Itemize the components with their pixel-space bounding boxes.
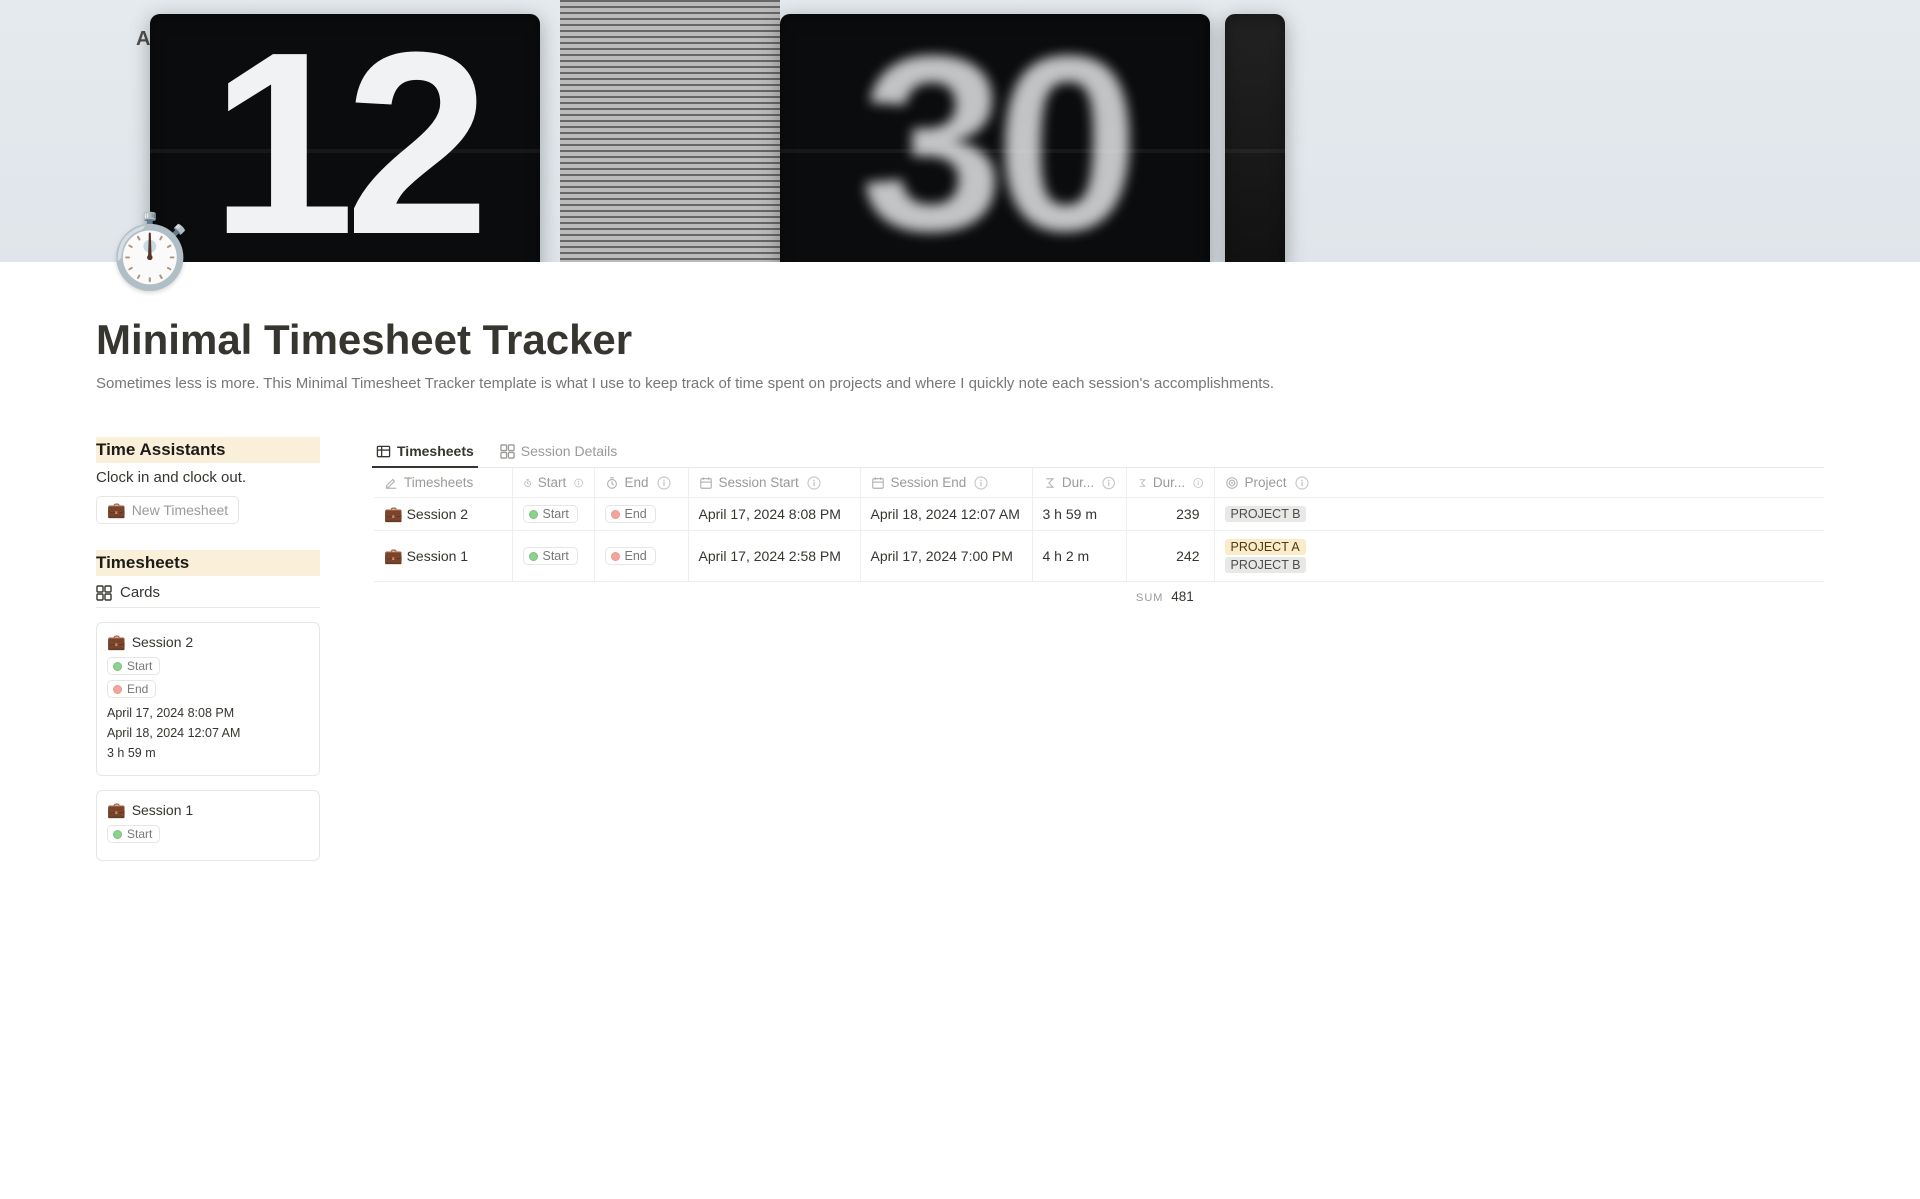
col-session-end[interactable]: Session End — [860, 468, 1032, 498]
table-icon — [376, 444, 391, 459]
red-dot-icon — [113, 685, 122, 694]
sum-value: 481 — [1171, 589, 1194, 604]
start-button[interactable]: Start — [523, 505, 578, 523]
tab-timesheets[interactable]: Timesheets — [374, 437, 476, 467]
end-button[interactable]: End — [605, 547, 656, 565]
timesheets-table: Timesheets Start End Session Start Sessi… — [374, 468, 1824, 611]
info-icon — [657, 476, 671, 490]
start-pill[interactable]: Start — [107, 657, 160, 675]
info-icon — [574, 476, 583, 490]
col-project[interactable]: Project — [1214, 468, 1824, 498]
sum-row: sum 481 — [374, 582, 1824, 612]
tab-session-details[interactable]: Session Details — [498, 437, 620, 467]
gallery-icon — [96, 585, 112, 601]
edit-icon — [384, 476, 398, 490]
green-dot-icon — [529, 510, 538, 519]
card-title: Session 2 — [132, 634, 193, 650]
sigma-icon — [1043, 476, 1056, 490]
sum-label: sum — [1136, 592, 1163, 604]
briefcase-icon: 💼 — [384, 506, 403, 523]
col-timesheets[interactable]: Timesheets — [374, 468, 512, 498]
session-start-cell[interactable]: April 17, 2024 8:08 PM — [688, 498, 860, 531]
duration-num-cell: 242 — [1126, 531, 1214, 582]
target-icon — [1225, 476, 1239, 490]
info-icon — [1102, 476, 1115, 490]
briefcase-icon: 💼 — [384, 548, 403, 565]
card-session-end: April 18, 2024 12:07 AM — [107, 723, 309, 743]
row-name: Session 2 — [407, 506, 468, 522]
sidebar: Time Assistants Clock in and clock out. … — [96, 437, 320, 861]
project-cell[interactable]: PROJECT A PROJECT B — [1214, 531, 1824, 582]
col-end[interactable]: End — [594, 468, 688, 498]
green-dot-icon — [529, 552, 538, 561]
project-tag[interactable]: PROJECT B — [1225, 506, 1307, 522]
session-end-cell[interactable]: April 18, 2024 12:07 AM — [860, 498, 1032, 531]
page-title[interactable]: Minimal Timesheet Tracker — [96, 316, 1824, 364]
info-icon — [1193, 476, 1203, 490]
cards-view-label: Cards — [120, 584, 160, 601]
card-title: Session 1 — [132, 802, 193, 818]
sigma-icon — [1137, 476, 1147, 490]
session-start-cell[interactable]: April 17, 2024 2:58 PM — [688, 531, 860, 582]
project-tag[interactable]: PROJECT A — [1225, 539, 1306, 555]
calendar-icon — [699, 476, 713, 490]
new-timesheet-button[interactable]: 💼 New Timesheet — [96, 496, 239, 524]
card-session-start: April 17, 2024 8:08 PM — [107, 703, 309, 723]
duration-num-cell: 239 — [1126, 498, 1214, 531]
end-button[interactable]: End — [605, 505, 656, 523]
time-assistants-sub[interactable]: Clock in and clock out. — [96, 463, 320, 496]
duration-text-cell: 4 h 2 m — [1032, 531, 1126, 582]
project-tag[interactable]: PROJECT B — [1225, 557, 1307, 573]
time-assistants-heading[interactable]: Time Assistants — [96, 437, 320, 463]
clock-icon — [605, 476, 619, 490]
info-icon — [974, 476, 988, 490]
row-name: Session 1 — [407, 548, 468, 564]
page-icon[interactable]: ⏱️ — [105, 216, 195, 288]
table-header-row: Timesheets Start End Session Start Sessi… — [374, 468, 1824, 498]
info-icon — [1295, 476, 1309, 490]
green-dot-icon — [113, 662, 122, 671]
col-duration-num[interactable]: Dur... — [1126, 468, 1214, 498]
new-timesheet-label: New Timesheet — [132, 502, 228, 518]
end-pill[interactable]: End — [107, 680, 156, 698]
project-cell[interactable]: PROJECT B — [1214, 498, 1824, 531]
clock-icon — [523, 476, 532, 490]
red-dot-icon — [611, 510, 620, 519]
flip-clock-illustration: AM 12 30 — [0, 0, 1920, 262]
calendar-icon — [871, 476, 885, 490]
session-end-cell[interactable]: April 17, 2024 7:00 PM — [860, 531, 1032, 582]
briefcase-icon: 💼 — [107, 633, 126, 651]
red-dot-icon — [611, 552, 620, 561]
cards-view-tab[interactable]: Cards — [96, 576, 320, 608]
page-description[interactable]: Sometimes less is more. This Minimal Tim… — [96, 372, 1416, 395]
briefcase-icon: 💼 — [107, 501, 126, 519]
duration-text-cell: 3 h 59 m — [1032, 498, 1126, 531]
col-start[interactable]: Start — [512, 468, 594, 498]
info-icon — [807, 476, 821, 490]
green-dot-icon — [113, 830, 122, 839]
start-pill[interactable]: Start — [107, 825, 160, 843]
main-database: Timesheets Session Details Timesheets St… — [374, 437, 1824, 861]
briefcase-icon: 💼 — [107, 801, 126, 819]
gallery-icon — [500, 444, 515, 459]
col-duration-text[interactable]: Dur... — [1032, 468, 1126, 498]
table-row[interactable]: 💼 Session 1 Start End April 17, 2024 2:58 P… — [374, 531, 1824, 582]
timesheet-card[interactable]: 💼 Session 1 Start — [96, 790, 320, 861]
col-session-start[interactable]: Session Start — [688, 468, 860, 498]
card-duration: 3 h 59 m — [107, 743, 309, 763]
timesheet-card[interactable]: 💼 Session 2 Start End April 17, 2024 8:08… — [96, 622, 320, 776]
view-tabs: Timesheets Session Details — [374, 437, 1824, 468]
start-button[interactable]: Start — [523, 547, 578, 565]
table-row[interactable]: 💼 Session 2 Start End April 17, 2024 8:08 P… — [374, 498, 1824, 531]
timesheets-heading[interactable]: Timesheets — [96, 550, 320, 576]
cover-image: AM 12 30 — [0, 0, 1920, 262]
